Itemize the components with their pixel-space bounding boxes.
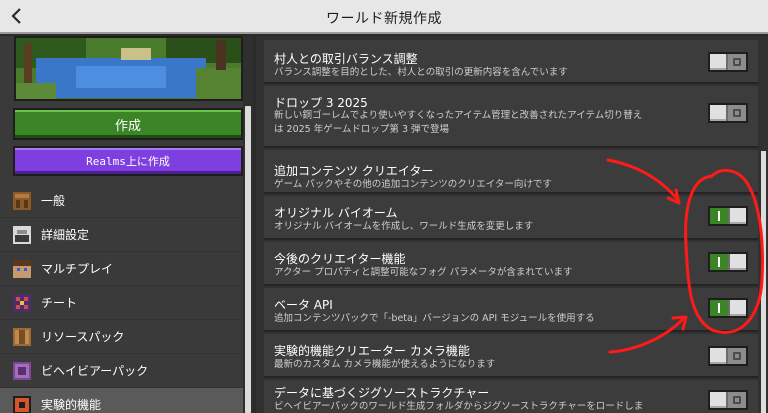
create-button[interactable]: 作成 (13, 108, 243, 140)
setting-desc: バランス調整を目的とした、村人との取引の更新内容を含んでいます (274, 67, 568, 78)
page-title: ワールド新規作成 (326, 11, 442, 27)
sidebar-item-advanced[interactable]: 詳細設定 (0, 218, 243, 252)
top-bar: ワールド新規作成 (0, 0, 768, 34)
setting-title: 今後のクリエイター機能 (274, 252, 406, 266)
setting-desc: 新しい銅ゴーレムでより使いやすくなったアイテム管理と改善されたアイテム切り替え (274, 110, 643, 121)
setting-row-jigsaw-structures: データに基づくジグソーストラクチャー ビヘイビアーパックのワールド生成フォルダか… (264, 380, 758, 413)
sidebar-item-general[interactable]: 一般 (0, 184, 243, 218)
setting-row-addon-creator: 追加コンテンツ クリエイター ゲーム パックやその他の追加コンテンツのクリエイタ… (264, 150, 758, 194)
sidebar-scrollbar-thumb[interactable] (245, 106, 251, 413)
setting-desc: オリジナル バイオームを作成し、ワールド生成を変更します (274, 221, 534, 232)
setting-toggle[interactable] (708, 103, 748, 123)
left-panel: 作成 Realms 上に作成 一般 詳細設定 マルチプレイ チート リソースパッ… (0, 36, 253, 413)
setting-desc: 最新のカスタム カメラ機能が使えるようになります (274, 359, 496, 370)
create-on-realms-button[interactable]: Realms 上に作成 (13, 146, 243, 176)
setting-desc: ビヘイビアーパックのワールド生成フォルダからジグソーストラクチャーをロードしま (274, 401, 644, 412)
cheat-icon (13, 293, 31, 312)
sidebar-item-label: 詳細設定 (41, 228, 90, 242)
setting-toggle[interactable] (708, 298, 748, 318)
setting-desc-line2: は 2025 年ゲームドロップ第 3 弾で登場 (274, 124, 450, 135)
setting-toggle[interactable] (708, 390, 748, 410)
setting-title: データに基づくジグソーストラクチャー (274, 386, 490, 400)
setting-row-drop-3-2025: ドロップ 3 2025 新しい銅ゴーレムでより使いやすくなったアイテム管理と改善… (264, 86, 758, 148)
experimental-icon (13, 395, 31, 413)
setting-toggle[interactable] (708, 52, 748, 72)
sidebar-item-label: リソースパック (41, 330, 125, 344)
sidebar-item-label: 一般 (41, 194, 66, 208)
sidebar-item-label: 実験的機能 (41, 398, 102, 412)
setting-desc: 追加コンテンツパックで「-beta」バージョンの API モジュールを使用する (274, 313, 595, 324)
sidebar-item-cheats[interactable]: チート (0, 286, 243, 320)
setting-title: 村人との取引バランス調整 (274, 52, 418, 66)
setting-toggle[interactable] (708, 346, 748, 366)
sidebar-item-resource-packs[interactable]: リソースパック (0, 320, 243, 354)
setting-title: 実験的機能クリエーター カメラ機能 (274, 344, 470, 358)
setting-row-upcoming-creator-features: 今後のクリエイター機能 アクター プロパティと調整可能なフォグ パラメータが含ま… (264, 242, 758, 286)
settings-scrollbar-thumb[interactable] (761, 151, 766, 413)
setting-row-villager-trade: 村人との取引バランス調整 バランス調整を目的とした、村人との取引の更新内容を含ん… (264, 40, 758, 84)
sidebar-item-behavior-packs[interactable]: ビヘイビアーパック (0, 354, 243, 388)
setting-title: オリジナル バイオーム (274, 206, 398, 220)
sidebar-item-multiplayer[interactable]: マルチプレイ (0, 252, 243, 286)
sidebar-item-label: チート (41, 296, 78, 310)
resource-pack-icon (13, 327, 31, 346)
players-icon (13, 259, 31, 278)
sidebar-nav: 一般 詳細設定 マルチプレイ チート リソースパック ビヘイビアーパック 実験的… (0, 184, 243, 413)
setting-toggle[interactable] (708, 252, 748, 272)
setting-row-custom-biomes: オリジナル バイオーム オリジナル バイオームを作成し、ワールド生成を変更します (264, 196, 758, 240)
create-button-label: 作成 (114, 118, 141, 134)
realms-label: Realms (86, 154, 126, 168)
setting-title: ベータ API (274, 298, 333, 312)
behavior-pack-icon (13, 361, 31, 380)
sidebar-item-label: ビヘイビアーパック (41, 364, 149, 378)
setting-row-beta-api: ベータ API 追加コンテンツパックで「-beta」バージョンの API モジュ… (264, 288, 758, 332)
world-preview-image (14, 36, 243, 101)
setting-desc: ゲーム パックやその他の追加コンテンツのクリエイター向けです (274, 179, 552, 190)
setting-desc: アクター プロパティと調整可能なフォグ パラメータが含まれています (274, 267, 573, 278)
realms-suffix-label: 上に作成 (125, 155, 170, 168)
sidebar-item-label: マルチプレイ (41, 262, 114, 276)
crafting-table-icon (13, 191, 31, 210)
advanced-icon (13, 225, 31, 244)
sidebar-item-experimental[interactable]: 実験的機能 (0, 388, 243, 413)
setting-title: 追加コンテンツ クリエイター (274, 164, 434, 178)
setting-toggle[interactable] (708, 206, 748, 226)
setting-row-creator-camera: 実験的機能クリエーター カメラ機能 最新のカスタム カメラ機能が使えるようになり… (264, 334, 758, 378)
settings-panel: 村人との取引バランス調整 バランス調整を目的とした、村人との取引の更新内容を含ん… (256, 36, 768, 413)
